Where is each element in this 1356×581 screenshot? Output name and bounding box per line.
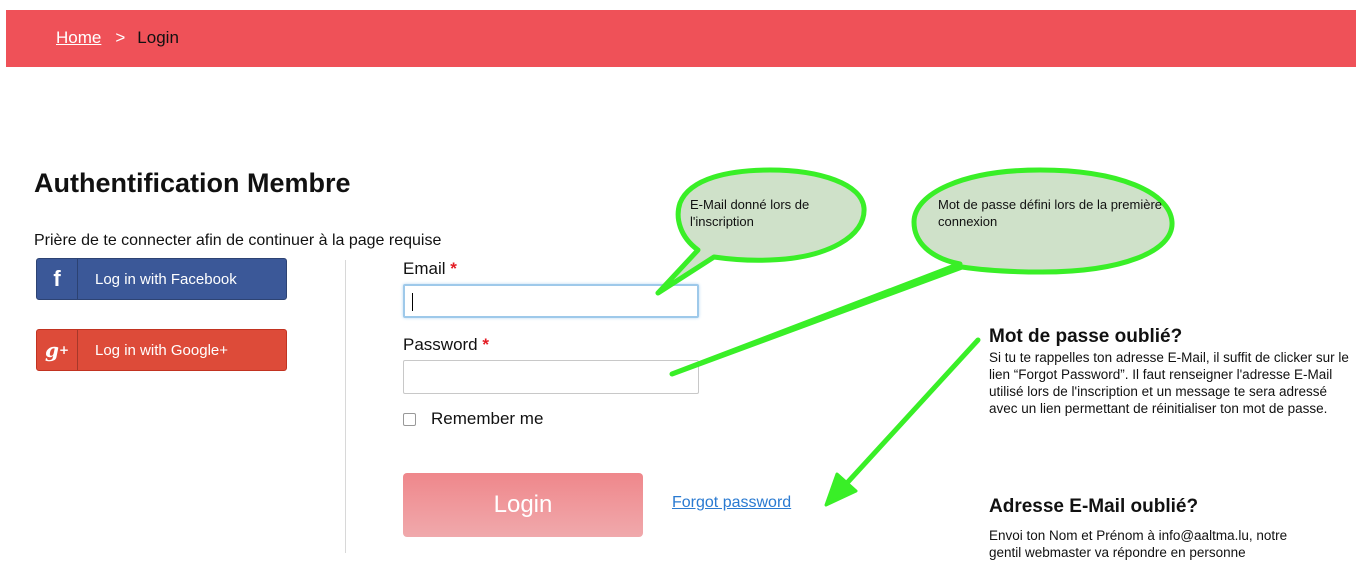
login-button[interactable]: Login: [403, 473, 643, 537]
header-bar: [6, 10, 1356, 67]
forgot-password-link[interactable]: Forgot password: [672, 494, 791, 512]
password-label-text: Password: [403, 335, 478, 354]
email-label: Email *: [403, 259, 457, 279]
password-required-mark: *: [482, 335, 489, 354]
forgot-password-arrow-head: [824, 472, 858, 507]
page-title: Authentification Membre: [34, 168, 351, 198]
breadcrumb-current: Login: [137, 28, 179, 47]
forgot-password-arrow-line: [844, 337, 981, 486]
text-caret: [412, 293, 413, 311]
facebook-login-label: Log in with Facebook: [95, 270, 237, 288]
facebook-icon: f: [37, 259, 78, 299]
checkbox-icon[interactable]: [403, 412, 416, 426]
intro-text: Prière de te connecter afin de continuer…: [34, 232, 442, 249]
facebook-login-button[interactable]: f Log in with Facebook: [36, 258, 287, 300]
password-field[interactable]: [403, 360, 699, 394]
email-callout-text: E-Mail donné lors de l'inscription: [690, 197, 810, 229]
google-login-label: Log in with Google+: [95, 341, 229, 359]
breadcrumb-home-link[interactable]: Home: [56, 28, 101, 48]
google-login-button[interactable]: g + Log in with Google+: [36, 329, 287, 371]
google-plus-icon-letter: g: [44, 338, 59, 362]
password-label: Password *: [403, 335, 489, 355]
breadcrumb: Home > Login: [56, 28, 179, 48]
email-callout-bubble: [655, 167, 867, 296]
password-callout-text: Mot de passe défini lors de la première …: [938, 197, 1163, 229]
forgot-email-heading: Adresse E-Mail oublié?: [989, 496, 1199, 517]
forgot-password-heading: Mot de passe oublié?: [989, 326, 1183, 347]
email-label-text: Email: [403, 259, 446, 278]
vertical-divider: [345, 260, 346, 553]
forgot-password-help-text: Si tu te rappelles ton adresse E-Mail, i…: [989, 350, 1349, 416]
email-field[interactable]: [403, 284, 699, 318]
remember-me-label: Remember me: [431, 409, 544, 428]
google-plus-icon: g +: [37, 330, 78, 370]
email-required-mark: *: [450, 259, 457, 278]
remember-me[interactable]: Remember me: [403, 409, 543, 429]
breadcrumb-separator: >: [115, 28, 126, 47]
google-plus-icon-plus: +: [58, 343, 70, 357]
forgot-email-help-text: Envoi ton Nom et Prénom à info@aaltma.lu…: [989, 528, 1288, 560]
